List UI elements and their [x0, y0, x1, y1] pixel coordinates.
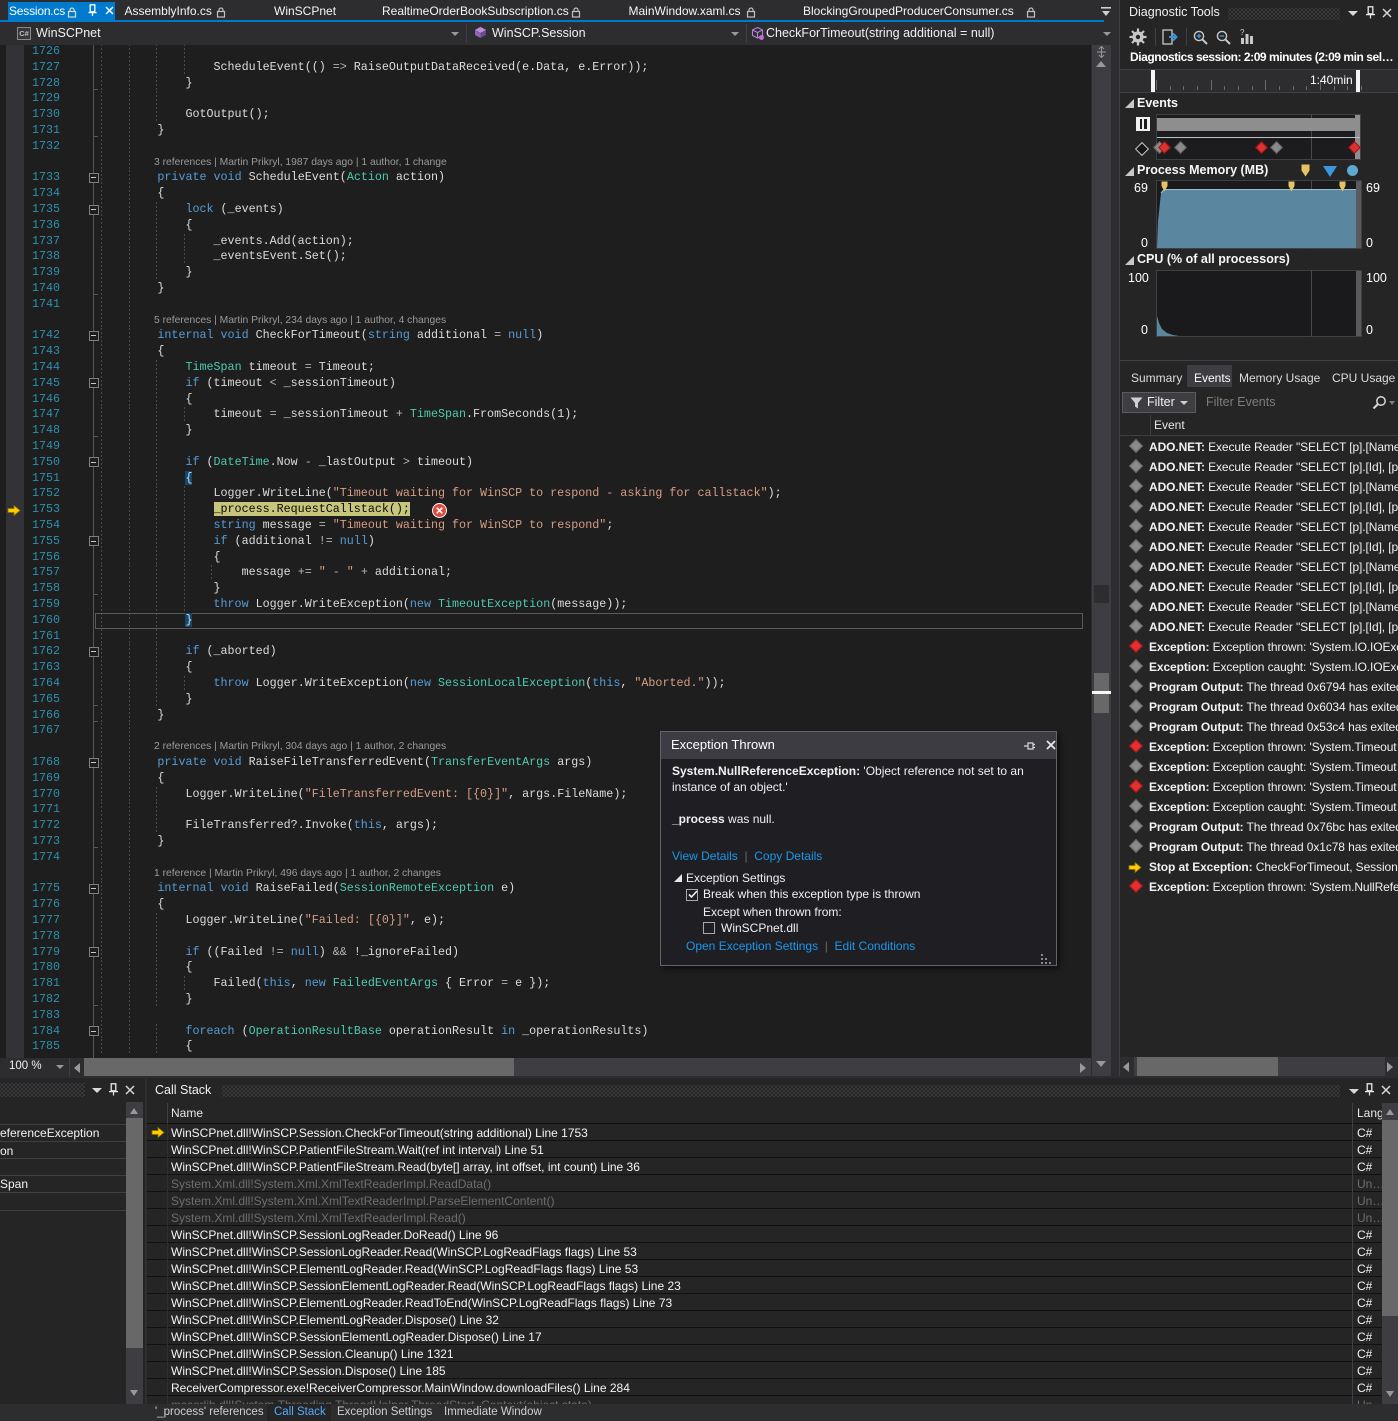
svg-text:?: ?	[1240, 28, 1245, 37]
